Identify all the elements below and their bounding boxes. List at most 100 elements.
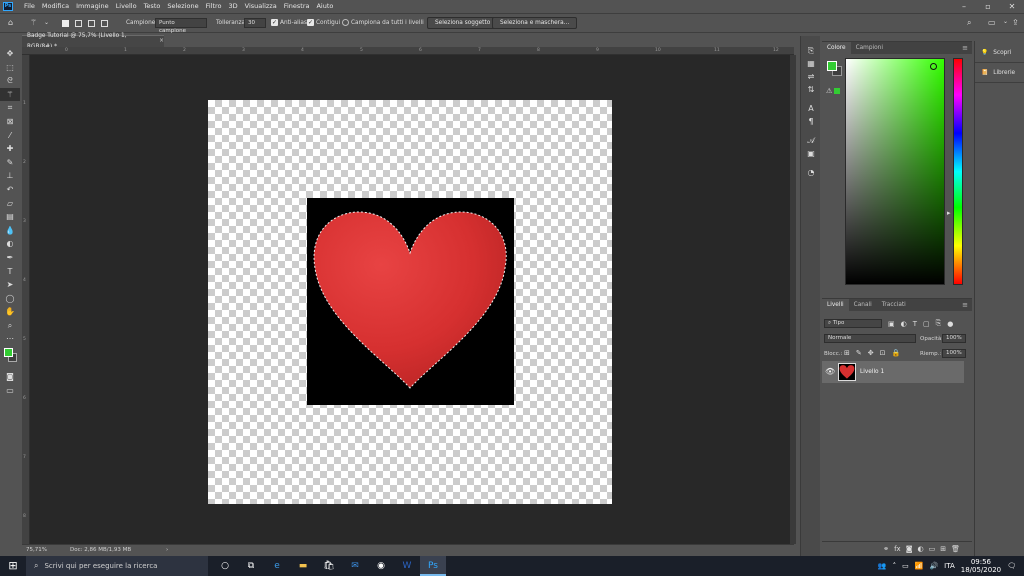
lock-artboard-icon[interactable]: ⊡ — [880, 349, 886, 357]
clone-stamp-tool-icon[interactable]: ⊥ — [0, 169, 20, 183]
character-icon[interactable]: A — [801, 102, 821, 115]
close-tab-icon[interactable]: × — [159, 36, 164, 47]
channels-icon[interactable]: ▣ — [801, 147, 821, 160]
menu-aiuto[interactable]: Aiuto — [316, 0, 333, 13]
file-explorer-icon[interactable]: ▬ — [290, 556, 316, 576]
brush-settings-icon[interactable]: ◔ — [801, 166, 821, 179]
volume-icon[interactable]: 🔊 — [929, 562, 938, 570]
hue-pointer-icon[interactable]: ▸ — [947, 209, 951, 217]
close-icon[interactable]: ✕ — [1000, 0, 1024, 13]
eraser-tool-icon[interactable]: ▱ — [0, 197, 20, 211]
healing-brush-tool-icon[interactable]: ✚ — [0, 142, 20, 156]
task-view-icon[interactable]: ⧉ — [238, 556, 264, 576]
select-and-mask-button[interactable]: Seleziona e maschera... — [492, 17, 578, 29]
adjustments-icon[interactable]: ⇌ — [801, 70, 821, 83]
sample-all-checkbox[interactable] — [342, 19, 349, 26]
delete-layer-icon[interactable]: 🗑 — [951, 545, 960, 553]
discover-item[interactable]: 💡 Scopri — [975, 43, 1024, 63]
minimize-icon[interactable]: – — [952, 0, 976, 13]
search-icon[interactable]: ⌕ — [967, 18, 971, 28]
filter-toggle-icon[interactable]: ● — [947, 320, 953, 328]
menu-selezione[interactable]: Selezione — [167, 0, 198, 13]
color-field[interactable] — [845, 58, 945, 285]
new-group-icon[interactable]: ▭ — [929, 545, 936, 553]
tab-livelli[interactable]: Livelli — [822, 299, 849, 311]
quick-mask-icon[interactable]: ◙ — [0, 370, 20, 384]
layer-style-icon[interactable]: fx — [894, 545, 901, 553]
workspace-chevron-icon[interactable]: ⌄ — [1003, 18, 1008, 25]
fill-input[interactable]: 100% — [942, 349, 966, 358]
eyedropper-tool-icon[interactable]: ⁄ — [0, 129, 20, 143]
people-icon[interactable]: 👥 — [878, 562, 887, 570]
menu-finestra[interactable]: Finestra — [284, 0, 310, 13]
intersect-selection-icon[interactable] — [101, 20, 108, 27]
subtract-selection-icon[interactable] — [88, 20, 95, 27]
libraries-icon[interactable]: ⇅ — [801, 83, 821, 96]
layer-filter-select[interactable]: ⌕ Tipo — [824, 319, 882, 328]
notifications-icon[interactable]: 🗨 — [1007, 562, 1016, 570]
filter-pixel-icon[interactable]: ▣ — [888, 320, 895, 328]
lock-transparent-icon[interactable]: ⊞ — [844, 349, 850, 357]
taskbar-clock[interactable]: 09:56 18/05/2020 — [961, 558, 1001, 574]
paragraph-icon[interactable]: ¶ — [801, 115, 821, 128]
cortana-icon[interactable]: ○ — [212, 556, 238, 576]
filter-smart-icon[interactable]: ⎘ — [936, 319, 942, 328]
edge-icon[interactable]: e — [264, 556, 290, 576]
blend-mode-select[interactable]: Normale — [824, 334, 916, 343]
store-icon[interactable]: 🛍 — [316, 556, 342, 576]
menu-filtro[interactable]: Filtro — [206, 0, 222, 13]
lock-all-icon[interactable]: 🔒 — [892, 349, 901, 357]
panel-foreground-swatch[interactable] — [827, 61, 837, 71]
layer-mask-icon[interactable]: ◙ — [906, 545, 913, 553]
hue-slider[interactable] — [953, 58, 963, 285]
chevron-down-icon[interactable]: ⌄ — [44, 19, 49, 26]
adjustment-layer-icon[interactable]: ◐ — [918, 545, 924, 553]
link-layers-icon[interactable]: ⚭ — [883, 545, 889, 553]
language-indicator[interactable]: ITA — [944, 562, 955, 570]
history-icon[interactable]: ⎘ — [801, 44, 821, 57]
brush-tool-icon[interactable]: ✎ — [0, 156, 20, 170]
status-arrow-icon[interactable]: › — [166, 545, 168, 555]
document-tab[interactable]: Badge Tutorial @ 75,7% (Livello 1, RGB/8… — [22, 33, 164, 50]
tab-colore[interactable]: Colore — [822, 42, 851, 54]
gamut-warning-icon[interactable]: ⚠ — [826, 87, 832, 95]
word-icon[interactable]: W — [394, 556, 420, 576]
menu-3d[interactable]: 3D — [229, 0, 238, 13]
layers-menu-icon[interactable]: ≡ — [962, 301, 968, 309]
photoshop-taskbar-icon[interactable]: Ps — [420, 556, 446, 576]
menu-livello[interactable]: Livello — [116, 0, 137, 13]
move-tool-icon[interactable]: ✥ — [0, 47, 20, 61]
tab-tracciati[interactable]: Tracciati — [877, 299, 911, 311]
lock-image-icon[interactable]: ✎ — [856, 349, 862, 357]
tolerance-input[interactable]: 30 — [244, 18, 266, 28]
menu-modifica[interactable]: Modifica — [42, 0, 69, 13]
contiguous-checkbox[interactable]: ✓ — [307, 19, 314, 26]
layer-thumbnail[interactable] — [838, 363, 856, 381]
dodge-tool-icon[interactable]: ◐ — [0, 237, 20, 251]
menu-file[interactable]: File — [24, 0, 35, 13]
chrome-icon[interactable]: ◉ — [368, 556, 394, 576]
menu-immagine[interactable]: Immagine — [76, 0, 109, 13]
hand-tool-icon[interactable]: ✋ — [0, 305, 20, 319]
panel-menu-icon[interactable]: ≡ — [962, 44, 968, 52]
zoom-tool-icon[interactable]: ⌕ — [0, 319, 20, 333]
more-tools-icon[interactable]: ⋯ — [0, 332, 20, 346]
share-icon[interactable]: ⇪ — [1012, 18, 1019, 27]
vertical-scrollbar[interactable] — [790, 55, 796, 544]
gradient-tool-icon[interactable]: ▤ — [0, 210, 20, 224]
tab-campioni[interactable]: Campioni — [851, 42, 888, 54]
tab-canali[interactable]: Canali — [849, 299, 877, 311]
select-subject-button[interactable]: Seleziona soggetto — [427, 17, 499, 29]
crop-tool-icon[interactable]: ⌗ — [0, 101, 20, 115]
magic-wand-tool-icon[interactable]: ⚚ — [0, 87, 20, 102]
antialias-checkbox[interactable]: ✓ — [271, 19, 278, 26]
frame-tool-icon[interactable]: ⊠ — [0, 115, 20, 129]
web-safe-swatch[interactable] — [834, 88, 840, 94]
history-brush-tool-icon[interactable]: ↶ — [0, 183, 20, 197]
menu-visualizza[interactable]: Visualizza — [245, 0, 277, 13]
blur-tool-icon[interactable]: 💧 — [0, 224, 20, 238]
zoom-level[interactable]: 75,71% — [26, 545, 62, 555]
path-selection-tool-icon[interactable]: ➤ — [0, 278, 20, 292]
properties-icon[interactable]: ▦ — [801, 57, 821, 70]
filter-shape-icon[interactable]: ▢ — [923, 320, 930, 328]
